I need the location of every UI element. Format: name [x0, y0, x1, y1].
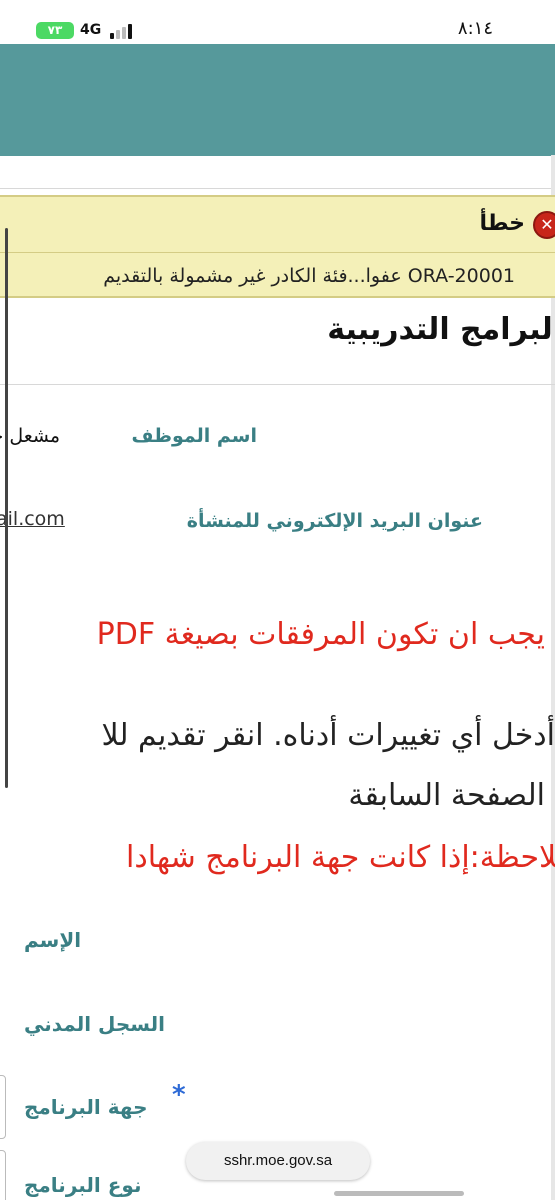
name-label: الإسم [24, 928, 82, 952]
url-bar[interactable]: sshr.moe.gov.sa [186, 1142, 370, 1180]
home-indicator[interactable] [334, 1191, 464, 1196]
program-entity-select[interactable] [0, 1075, 6, 1139]
required-indicator: * [172, 1080, 186, 1110]
error-title: خطأ [479, 211, 525, 236]
employee-name-label: اسم الموظف [131, 425, 257, 447]
email-link[interactable]: ail.com [0, 508, 65, 530]
divider [0, 384, 555, 385]
pdf-note: يجب ان تكون المرفقات بصيغة PDF [96, 617, 545, 652]
error-box: ✕ خطأ ORA-20001 عفوا...فئة الكادر غير مش… [0, 195, 555, 298]
error-message: ORA-20001 عفوا...فئة الكادر غير مشمولة ب… [103, 265, 515, 287]
network-type: 4G [80, 22, 102, 38]
employee-name-value: مشعل حـ [0, 425, 61, 447]
app-header [0, 44, 555, 156]
error-icon: ✕ [533, 211, 555, 239]
instruction-text: أدخل أي تغييرات أدناه. انقر تقديم للا [101, 718, 555, 753]
divider [0, 252, 555, 253]
status-bar: ٧٣ 4G ٨:١٤ [0, 0, 555, 44]
email-label: عنوان البريد الإلكتروني للمنشأة [186, 510, 483, 532]
civil-record-label: السجل المدني [24, 1012, 166, 1036]
remark-note: ملاحظة:إذا كانت جهة البرنامج شهادا [126, 840, 555, 875]
scrollbar[interactable] [5, 228, 8, 788]
program-type-select[interactable] [0, 1150, 6, 1200]
divider [0, 188, 555, 189]
battery-icon: ٧٣ [36, 22, 74, 39]
signal-icon [110, 23, 136, 39]
program-type-label: نوع البرنامج [24, 1173, 142, 1197]
page-title: البرامج التدريبية [327, 312, 555, 347]
instruction-text-2: الصفحة السابقة [348, 778, 545, 813]
status-time: ٨:١٤ [457, 18, 493, 39]
program-entity-label: جهة البرنامج [24, 1095, 148, 1119]
